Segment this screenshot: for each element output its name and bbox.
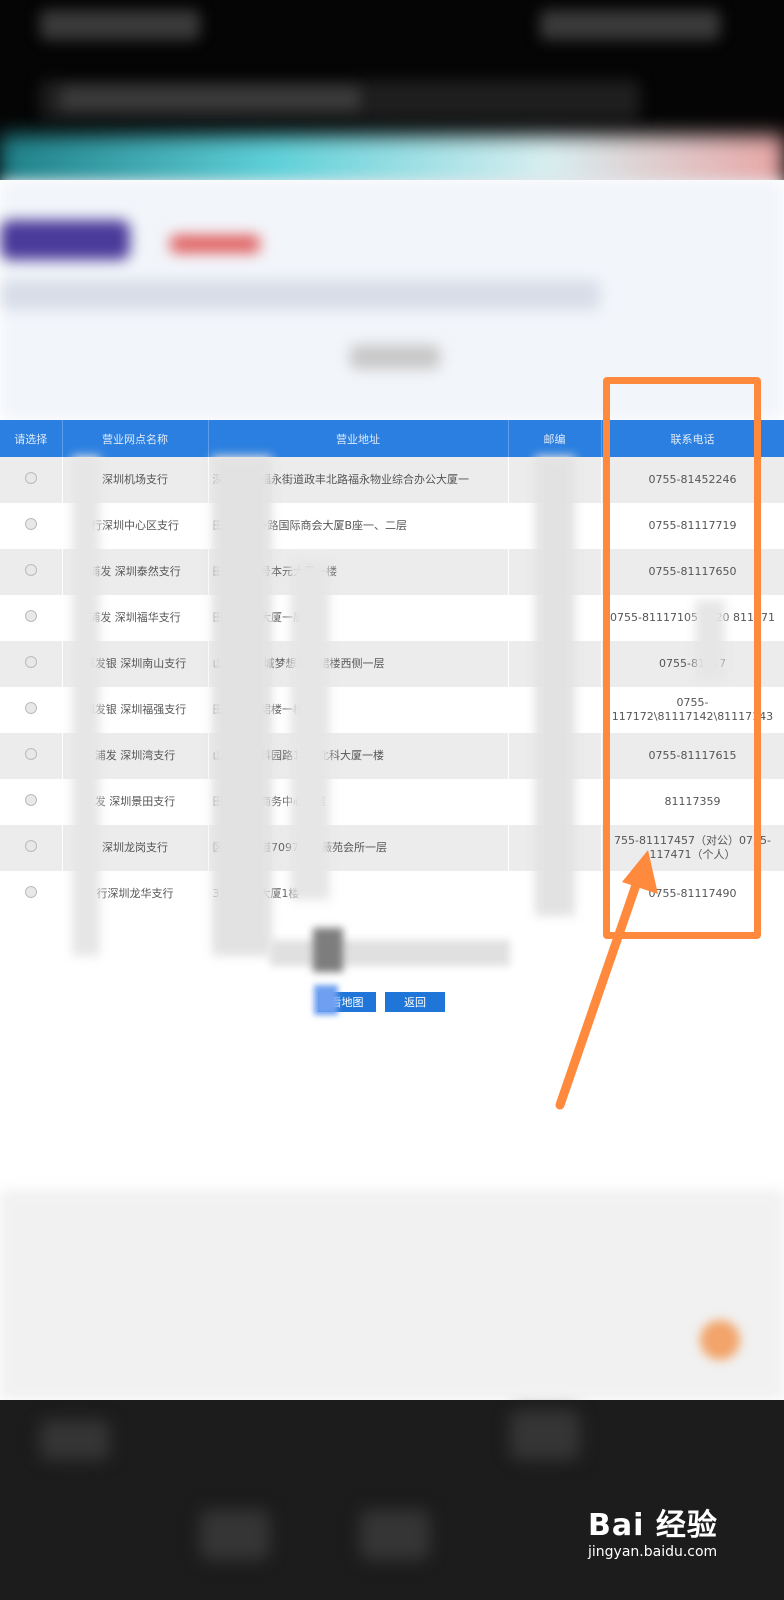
watermark-url: jingyan.baidu.com: [588, 1544, 718, 1560]
baidu-jingyan-watermark: Bai 经验 jingyan.baidu.com: [588, 1500, 718, 1560]
annotation-arrow: [555, 850, 658, 1110]
watermark-logo: Bai 经验: [588, 1508, 718, 1543]
